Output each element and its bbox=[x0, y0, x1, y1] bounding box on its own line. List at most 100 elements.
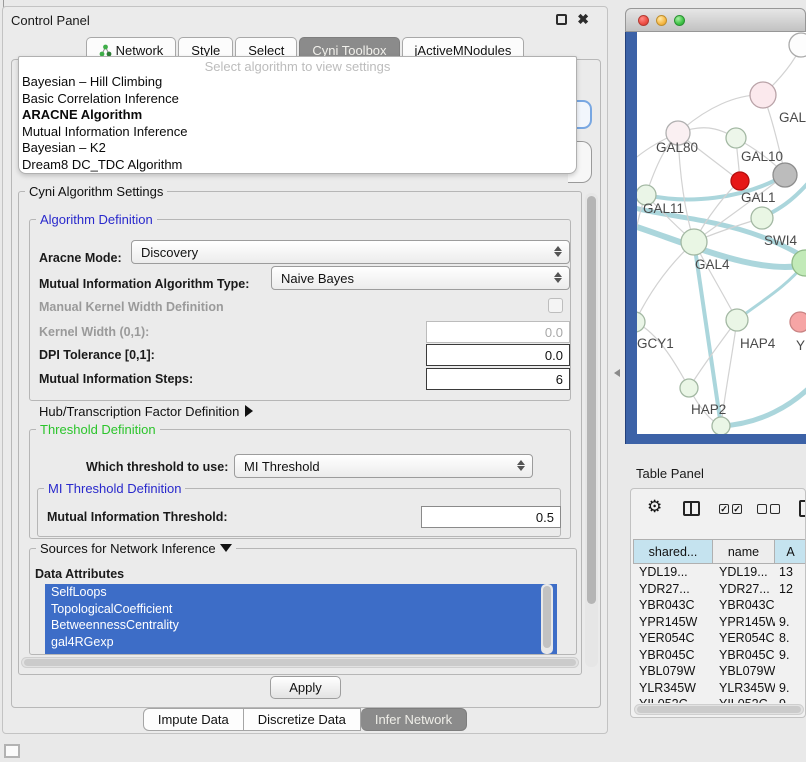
table-row[interactable]: YBR045CYBR045C9. bbox=[633, 647, 806, 664]
algorithm-option[interactable]: Basic Correlation Inference bbox=[19, 91, 576, 108]
algorithm-definition-title: Algorithm Definition bbox=[36, 212, 157, 227]
table-row[interactable]: YBL079WYBL079W bbox=[633, 663, 806, 680]
network-canvas[interactable]: GALGAL80GAL10GAL1GAL11SWI4GAL4GCY1HAP4YH… bbox=[637, 32, 806, 434]
combo-arrows-icon bbox=[553, 245, 562, 258]
network-view-frame: GALGAL80GAL10GAL1GAL11SWI4GAL4GCY1HAP4YH… bbox=[625, 32, 806, 444]
table-cell bbox=[775, 663, 806, 680]
attributes-list-scrollbar[interactable] bbox=[541, 584, 553, 654]
hub-definition-toggle[interactable]: Hub/Transcription Factor Definition bbox=[39, 404, 253, 419]
checked-checkbox-icon[interactable]: ✓ bbox=[719, 504, 729, 514]
table-rows: YDL19...YDL19...13YDR27...YDR27...12YBR0… bbox=[633, 564, 806, 703]
manual-kernel-checkbox[interactable] bbox=[548, 298, 563, 313]
table-row[interactable]: YER054CYER054C8. bbox=[633, 630, 806, 647]
zoom-traffic-light-icon[interactable] bbox=[674, 15, 685, 26]
network-edge[interactable] bbox=[637, 242, 694, 322]
table-cell: YLR345W bbox=[713, 680, 775, 697]
network-node[interactable] bbox=[789, 33, 806, 57]
column-header[interactable]: A bbox=[775, 539, 806, 564]
combo-arrows-icon bbox=[516, 459, 525, 472]
data-attributes-list[interactable]: SelfLoopsTopologicalCoefficientBetweenne… bbox=[45, 584, 557, 654]
minimize-traffic-light-icon[interactable] bbox=[656, 15, 667, 26]
node-label: GAL10 bbox=[741, 149, 783, 164]
control-panel-title: Control Panel bbox=[11, 13, 90, 28]
network-node-hap4[interactable] bbox=[726, 309, 748, 331]
table-toolbar: ⚙ ✓ ✓ bbox=[631, 495, 805, 525]
bottom-tab-impute-data[interactable]: Impute Data bbox=[143, 708, 244, 731]
network-node[interactable] bbox=[712, 417, 730, 434]
table-cell: YER054C bbox=[713, 630, 775, 647]
splitter-collapse-icon[interactable] bbox=[614, 369, 620, 377]
float-icon[interactable] bbox=[556, 14, 567, 25]
network-edge[interactable] bbox=[678, 95, 763, 133]
aracne-mode-combobox[interactable]: Discovery bbox=[131, 240, 570, 264]
unchecked-checkbox-icon[interactable] bbox=[757, 504, 767, 514]
columns-icon[interactable] bbox=[683, 501, 700, 516]
sources-group-title[interactable]: Sources for Network Inference bbox=[36, 541, 236, 556]
dpi-tolerance-field[interactable]: 0.0 bbox=[426, 344, 570, 366]
close-traffic-light-icon[interactable] bbox=[638, 15, 649, 26]
algorithm-option[interactable]: Bayesian – Hill Climbing bbox=[19, 74, 576, 91]
table-cell: YDR27... bbox=[633, 581, 713, 598]
document-icon[interactable] bbox=[799, 500, 806, 517]
table-cell: YBR045C bbox=[713, 647, 775, 664]
table-row[interactable]: YPR145WYPR145W9. bbox=[633, 614, 806, 631]
network-node-gal1[interactable] bbox=[731, 172, 749, 190]
table-cell: YDL19... bbox=[713, 564, 775, 581]
checked-checkbox-icon[interactable]: ✓ bbox=[732, 504, 742, 514]
table-cell: YBL079W bbox=[633, 663, 713, 680]
unchecked-checkbox-icon[interactable] bbox=[770, 504, 780, 514]
node-label: GAL11 bbox=[643, 201, 684, 216]
table-row[interactable]: YDL19...YDL19...13 bbox=[633, 564, 806, 581]
network-node-hap2[interactable] bbox=[680, 379, 698, 397]
table-row[interactable]: YIL052CYIL052C9 bbox=[633, 696, 806, 703]
network-edge-thick[interactable] bbox=[721, 388, 806, 426]
network-node-gal[interactable] bbox=[750, 82, 776, 108]
table-row[interactable]: YLR345WYLR345W9. bbox=[633, 680, 806, 697]
data-attribute-item[interactable]: BetweennessCentrality bbox=[45, 617, 557, 634]
dpi-tolerance-label: DPI Tolerance [0,1]: bbox=[39, 348, 155, 362]
bottom-tab-discretize-data[interactable]: Discretize Data bbox=[244, 708, 361, 731]
data-attribute-item[interactable]: gal4RGexp bbox=[45, 634, 557, 651]
column-header[interactable]: shared... bbox=[633, 539, 713, 564]
close-icon[interactable]: ✖ bbox=[577, 11, 589, 28]
table-row[interactable]: YBR043CYBR043C bbox=[633, 597, 806, 614]
network-node-gcy1[interactable] bbox=[637, 312, 645, 332]
collapsed-panel-icon[interactable] bbox=[4, 744, 20, 758]
table-panel-title: Table Panel bbox=[636, 466, 704, 481]
column-header[interactable]: name bbox=[713, 539, 775, 564]
node-label: HAP2 bbox=[691, 402, 726, 417]
settings-vertical-scrollbar[interactable] bbox=[585, 193, 598, 667]
mi-algorithm-type-combobox[interactable]: Naive Bayes bbox=[271, 266, 570, 290]
network-node-gal10[interactable] bbox=[726, 128, 746, 148]
mi-threshold-field[interactable]: 0.5 bbox=[421, 506, 561, 528]
table-cell: YIL052C bbox=[713, 696, 775, 703]
algorithm-option[interactable]: Dream8 DC_TDC Algorithm bbox=[19, 157, 576, 174]
algorithm-option[interactable]: ARACNE Algorithm bbox=[19, 107, 576, 124]
bottom-tab-infer-network[interactable]: Infer Network bbox=[361, 708, 467, 731]
table-horizontal-scrollbar[interactable] bbox=[634, 704, 804, 715]
table-cell: 9. bbox=[775, 680, 806, 697]
collapsed-arrow-icon bbox=[245, 405, 253, 417]
manual-kernel-label: Manual Kernel Width Definition bbox=[39, 300, 224, 314]
table-cell: YBL079W bbox=[713, 663, 775, 680]
data-attribute-item[interactable]: SelfLoops bbox=[45, 584, 557, 601]
algorithm-popup-list: Bayesian – Hill ClimbingBasic Correlatio… bbox=[19, 74, 576, 173]
which-threshold-combobox[interactable]: MI Threshold bbox=[234, 454, 533, 478]
network-edge[interactable] bbox=[637, 322, 689, 388]
table-cell: 12 bbox=[775, 581, 806, 598]
network-node-gal4[interactable] bbox=[681, 229, 707, 255]
mi-steps-field[interactable]: 6 bbox=[426, 368, 570, 390]
algorithm-option[interactable]: Bayesian – K2 bbox=[19, 140, 576, 157]
algorithm-option[interactable]: Mutual Information Inference bbox=[19, 124, 576, 141]
network-node[interactable] bbox=[773, 163, 797, 187]
network-node-y[interactable] bbox=[790, 312, 806, 332]
network-window-titlebar[interactable] bbox=[625, 8, 806, 32]
kernel-width-field[interactable]: 0.0 bbox=[426, 321, 570, 343]
table-cell: YER054C bbox=[633, 630, 713, 647]
network-node-swi4[interactable] bbox=[751, 207, 773, 229]
gear-icon[interactable]: ⚙ bbox=[647, 497, 662, 517]
data-attribute-item[interactable]: TopologicalCoefficient bbox=[45, 601, 557, 618]
table-row[interactable]: YDR27...YDR27...12 bbox=[633, 581, 806, 598]
apply-button[interactable]: Apply bbox=[270, 676, 341, 699]
settings-horizontal-scrollbar[interactable] bbox=[21, 657, 579, 668]
